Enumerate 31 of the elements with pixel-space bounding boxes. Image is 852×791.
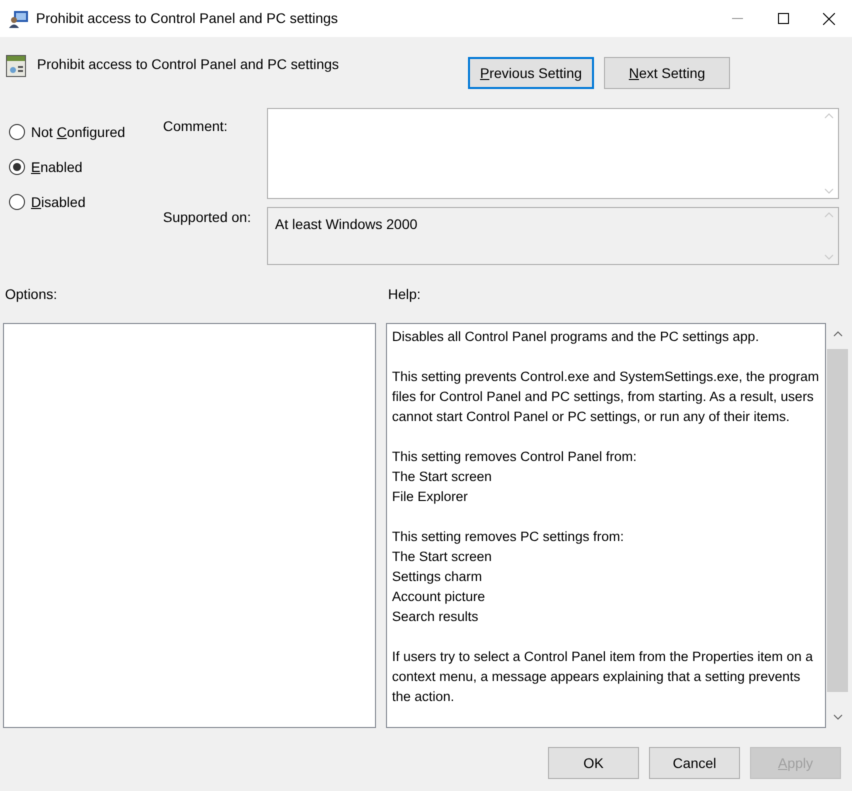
previous-setting-button[interactable]: Previous Setting (468, 57, 594, 89)
help-text: File Explorer (392, 488, 469, 506)
help-text: This setting prevents Control.exe and SystemSettings.exe, the program files for Control Panel and PC settings, from starting. As a result, users cannot start Control Panel or PC settings, or run any of their items. (392, 368, 820, 426)
scroll-down-icon[interactable] (832, 714, 842, 720)
state-radio-button[interactable]: Enabled (9, 157, 160, 177)
cancel-button[interactable]: Cancel (649, 747, 740, 779)
comment-label: Comment: (162, 117, 229, 136)
help-label: Help: (388, 285, 421, 304)
help-text: If users try to select a Control Panel item from the Properties item on a context menu, a message appears explaining that a setting prevents the action. (392, 648, 814, 706)
help-text: The Start screen (392, 548, 493, 566)
next-setting-button[interactable]: Next Setting (604, 57, 730, 89)
help-text: The Start screen (392, 468, 493, 486)
computer-user-icon (9, 10, 29, 28)
options-label: Options: (5, 285, 58, 304)
help-text: Disables all Control Panel programs and the PC settings app. (392, 328, 760, 346)
policy-setting-icon (6, 55, 26, 77)
supported-on-field: At least Windows 2000 (267, 207, 839, 265)
help-text: This setting removes PC settings from: (392, 528, 625, 546)
close-icon (823, 12, 835, 24)
supported-on-label: Supported on: (162, 208, 252, 227)
state-radio-button[interactable]: Not Configured (9, 122, 160, 142)
scroll-up-icon[interactable] (832, 331, 842, 337)
help-text: Search results (392, 608, 480, 626)
window-title: Prohibit access to Control Panel and PC settings (36, 9, 338, 28)
state-radio-button[interactable]: Disabled (9, 192, 160, 212)
help-text: Settings charm (392, 568, 484, 586)
help-text: Account picture (392, 588, 486, 606)
setting-title: Prohibit access to Control Panel and PC settings (37, 55, 339, 74)
ok-button[interactable]: OK (548, 747, 639, 779)
scroll-thumb[interactable] (827, 349, 848, 692)
help-text: This setting removes Control Panel from: (392, 448, 638, 466)
